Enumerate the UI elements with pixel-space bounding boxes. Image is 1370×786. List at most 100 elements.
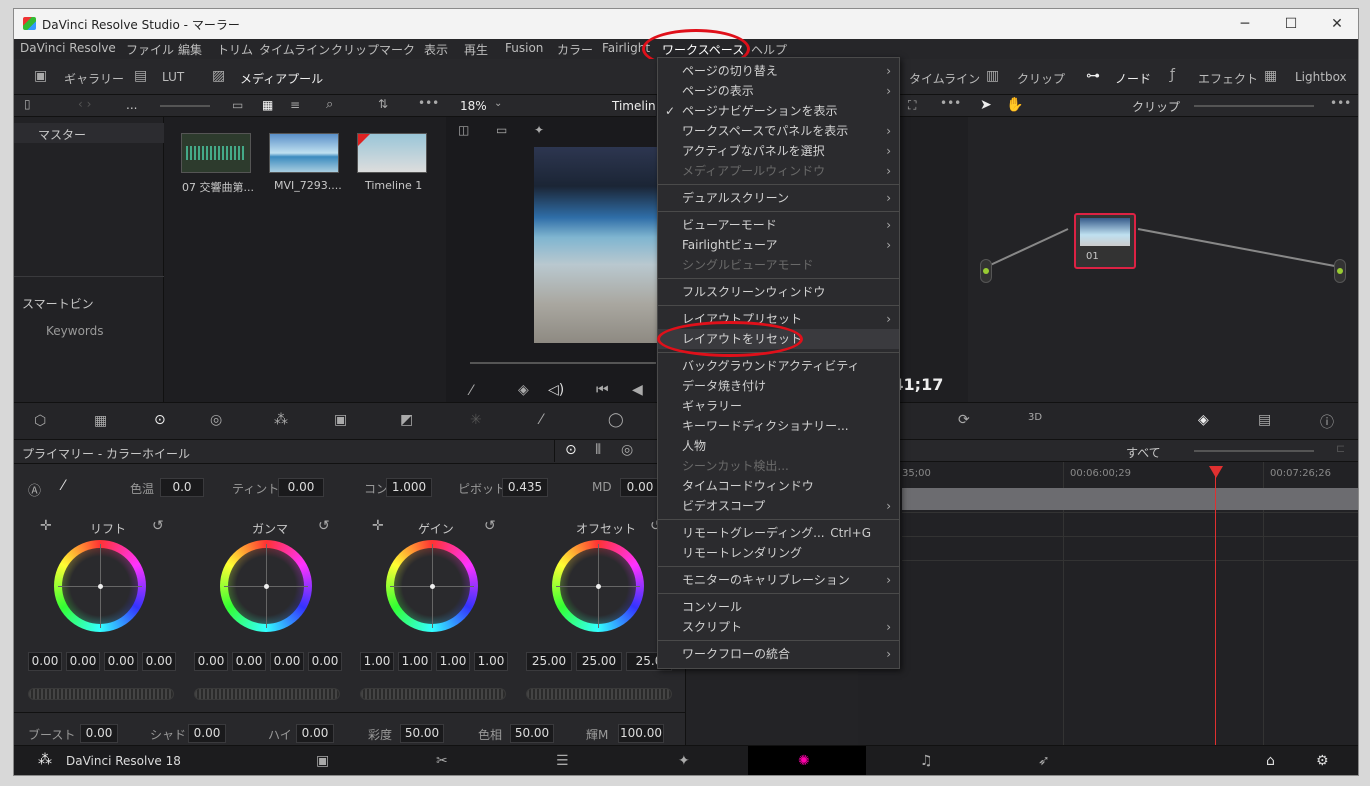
temp-field[interactable]: 0.0 [160, 478, 204, 497]
menu-item[interactable]: スクリプト › [658, 617, 899, 637]
close-button[interactable]: ✕ [1314, 9, 1358, 39]
crosshair-icon[interactable]: ✛ [372, 518, 384, 534]
magic-wand-icon[interactable]: ✦ [534, 123, 544, 137]
fusion-page-icon[interactable]: ✦ [678, 753, 690, 769]
color-wheel[interactable] [552, 540, 644, 632]
mediapool-icon[interactable]: ▨ [212, 68, 225, 84]
chevron-down-icon[interactable]: ⌄ [494, 98, 502, 109]
track-filter[interactable]: すべて [1126, 444, 1161, 461]
offset-r[interactable]: 25.00 [526, 652, 572, 671]
playhead-marker-icon[interactable] [1209, 466, 1223, 478]
clip-thumb-video[interactable] [269, 133, 339, 173]
gamma-g[interactable]: 0.00 [270, 652, 304, 671]
gamma-b[interactable]: 0.00 [308, 652, 342, 671]
search-icon[interactable]: ⌕ [326, 97, 333, 112]
dropper-icon[interactable]: ⁄ [470, 383, 472, 399]
lightbox-button[interactable]: Lightbox [1295, 70, 1347, 84]
lightbox-icon[interactable]: ▦ [1264, 68, 1277, 84]
menu-item[interactable]: アクティブなパネルを選択 › [658, 141, 899, 161]
color-wheel[interactable] [54, 540, 146, 632]
gamma-y[interactable]: 0.00 [194, 652, 228, 671]
gamma-master-wheel[interactable] [194, 688, 340, 700]
pivot-field[interactable]: 0.435 [502, 478, 548, 497]
lift-g[interactable]: 0.00 [104, 652, 138, 671]
node-01[interactable]: 01 [1074, 213, 1136, 269]
menu-item[interactable]: ページの表示 › [658, 81, 899, 101]
effects-button[interactable]: エフェクト [1198, 70, 1258, 87]
menu-item[interactable]: モニターのキャリブレーション › [658, 570, 899, 590]
color-match-icon[interactable]: ▦ [94, 413, 107, 429]
output-node[interactable] [1334, 259, 1346, 283]
gain-b[interactable]: 1.00 [474, 652, 508, 671]
fullscreen-icon[interactable]: ⛶ [908, 98, 916, 113]
scopes-icon[interactable]: ▤ [1258, 412, 1271, 428]
curves-icon[interactable]: ◩ [400, 412, 413, 428]
back-icon[interactable]: ‹ › [78, 97, 91, 111]
wipe-icon[interactable]: ▭ [496, 123, 507, 137]
nodes-icon[interactable]: ⊶ [1086, 68, 1100, 84]
menu-item[interactable]: ページの切り替え › [658, 61, 899, 81]
nodes-button[interactable]: ノード [1115, 70, 1151, 87]
clip-thumb-timeline[interactable] [357, 133, 427, 173]
auto-balance-icon[interactable]: Ⓐ [28, 480, 41, 499]
tint-field[interactable]: 0.00 [278, 478, 324, 497]
rgb-mixer-icon[interactable]: ⁂ [274, 412, 288, 428]
saturation-field[interactable]: 50.00 [400, 724, 444, 743]
offset-g[interactable]: 25.00 [576, 652, 622, 671]
color-wheels-icon[interactable]: ⊙ [154, 412, 166, 428]
lift-y[interactable]: 0.00 [28, 652, 62, 671]
scrubber[interactable] [470, 362, 656, 364]
home-icon[interactable]: ⌂ [1266, 753, 1275, 769]
shadow-field[interactable]: 0.00 [188, 724, 226, 743]
deliver-page-icon[interactable]: ➶ [1038, 753, 1050, 769]
sidebar-toggle-icon[interactable]: ▯ [24, 97, 31, 111]
sort-icon[interactable]: ⇅ [378, 97, 388, 111]
menu-edit[interactable]: 編集 [178, 41, 202, 58]
more-options-icon[interactable]: ••• [418, 96, 439, 110]
lum-mix-field[interactable]: 100.00 [618, 724, 664, 743]
skip-back-icon[interactable]: ⏮ [596, 382, 609, 398]
lift-b[interactable]: 0.00 [142, 652, 176, 671]
play-reverse-icon[interactable]: ◀ [632, 382, 643, 398]
hue-field[interactable]: 50.00 [510, 724, 554, 743]
input-node[interactable] [980, 259, 992, 283]
menu-item[interactable]: ✓ ページナビゲーションを表示 [658, 101, 899, 121]
offset-master-wheel[interactable] [526, 688, 672, 700]
menu-fusion[interactable]: Fusion [505, 41, 543, 55]
menu-item[interactable]: リモートグレーディング... Ctrl+G [658, 523, 899, 543]
split-view-icon[interactable]: ◫ [458, 123, 469, 137]
minimize-button[interactable]: ─ [1222, 9, 1268, 39]
menu-timeline[interactable]: タイムライン [259, 41, 330, 58]
menu-item[interactable]: ビューアーモード › [658, 215, 899, 235]
gain-r[interactable]: 1.00 [398, 652, 432, 671]
boost-field[interactable]: 0.00 [80, 724, 118, 743]
menu-item[interactable]: タイムコードウィンドウ [658, 476, 899, 496]
gain-y[interactable]: 1.00 [360, 652, 394, 671]
log-mode-icon[interactable]: ◎ [621, 442, 633, 458]
bin-master[interactable] [14, 123, 164, 143]
smartbin-keywords[interactable]: Keywords [46, 324, 104, 338]
menu-item[interactable]: ギャラリー [658, 396, 899, 416]
menu-mark[interactable]: マーク [379, 41, 415, 58]
menu-file[interactable]: ファイル [126, 41, 174, 58]
speaker-icon[interactable]: ◁) [548, 382, 564, 398]
highlight-field[interactable]: 0.00 [296, 724, 334, 743]
reset-icon[interactable]: ↺ [152, 518, 164, 534]
clips-button[interactable]: クリップ [1017, 70, 1065, 87]
3d-icon[interactable]: 3D [1028, 412, 1042, 423]
menu-help[interactable]: ヘルプ [751, 41, 787, 58]
effects-icon[interactable]: ƒ [1170, 67, 1175, 83]
color-wheel[interactable] [386, 540, 478, 632]
tracker-icon[interactable]: ⟳ [958, 412, 970, 428]
timeline-clip[interactable] [902, 488, 1358, 510]
lut-icon[interactable]: ▤ [134, 68, 147, 84]
reset-icon[interactable]: ↺ [484, 518, 496, 534]
menu-color[interactable]: カラー [557, 41, 593, 58]
menu-item[interactable]: リモートレンダリング [658, 543, 899, 563]
lift-r[interactable]: 0.00 [66, 652, 100, 671]
qualifier-icon[interactable]: ⁄ [540, 412, 542, 428]
menu-item[interactable]: Fairlightビューア › [658, 235, 899, 255]
gear-icon[interactable]: ⚙ [1316, 753, 1329, 769]
menu-item[interactable]: ビデオスコープ › [658, 496, 899, 516]
bars-mode-icon[interactable]: ⦀ [595, 442, 601, 458]
